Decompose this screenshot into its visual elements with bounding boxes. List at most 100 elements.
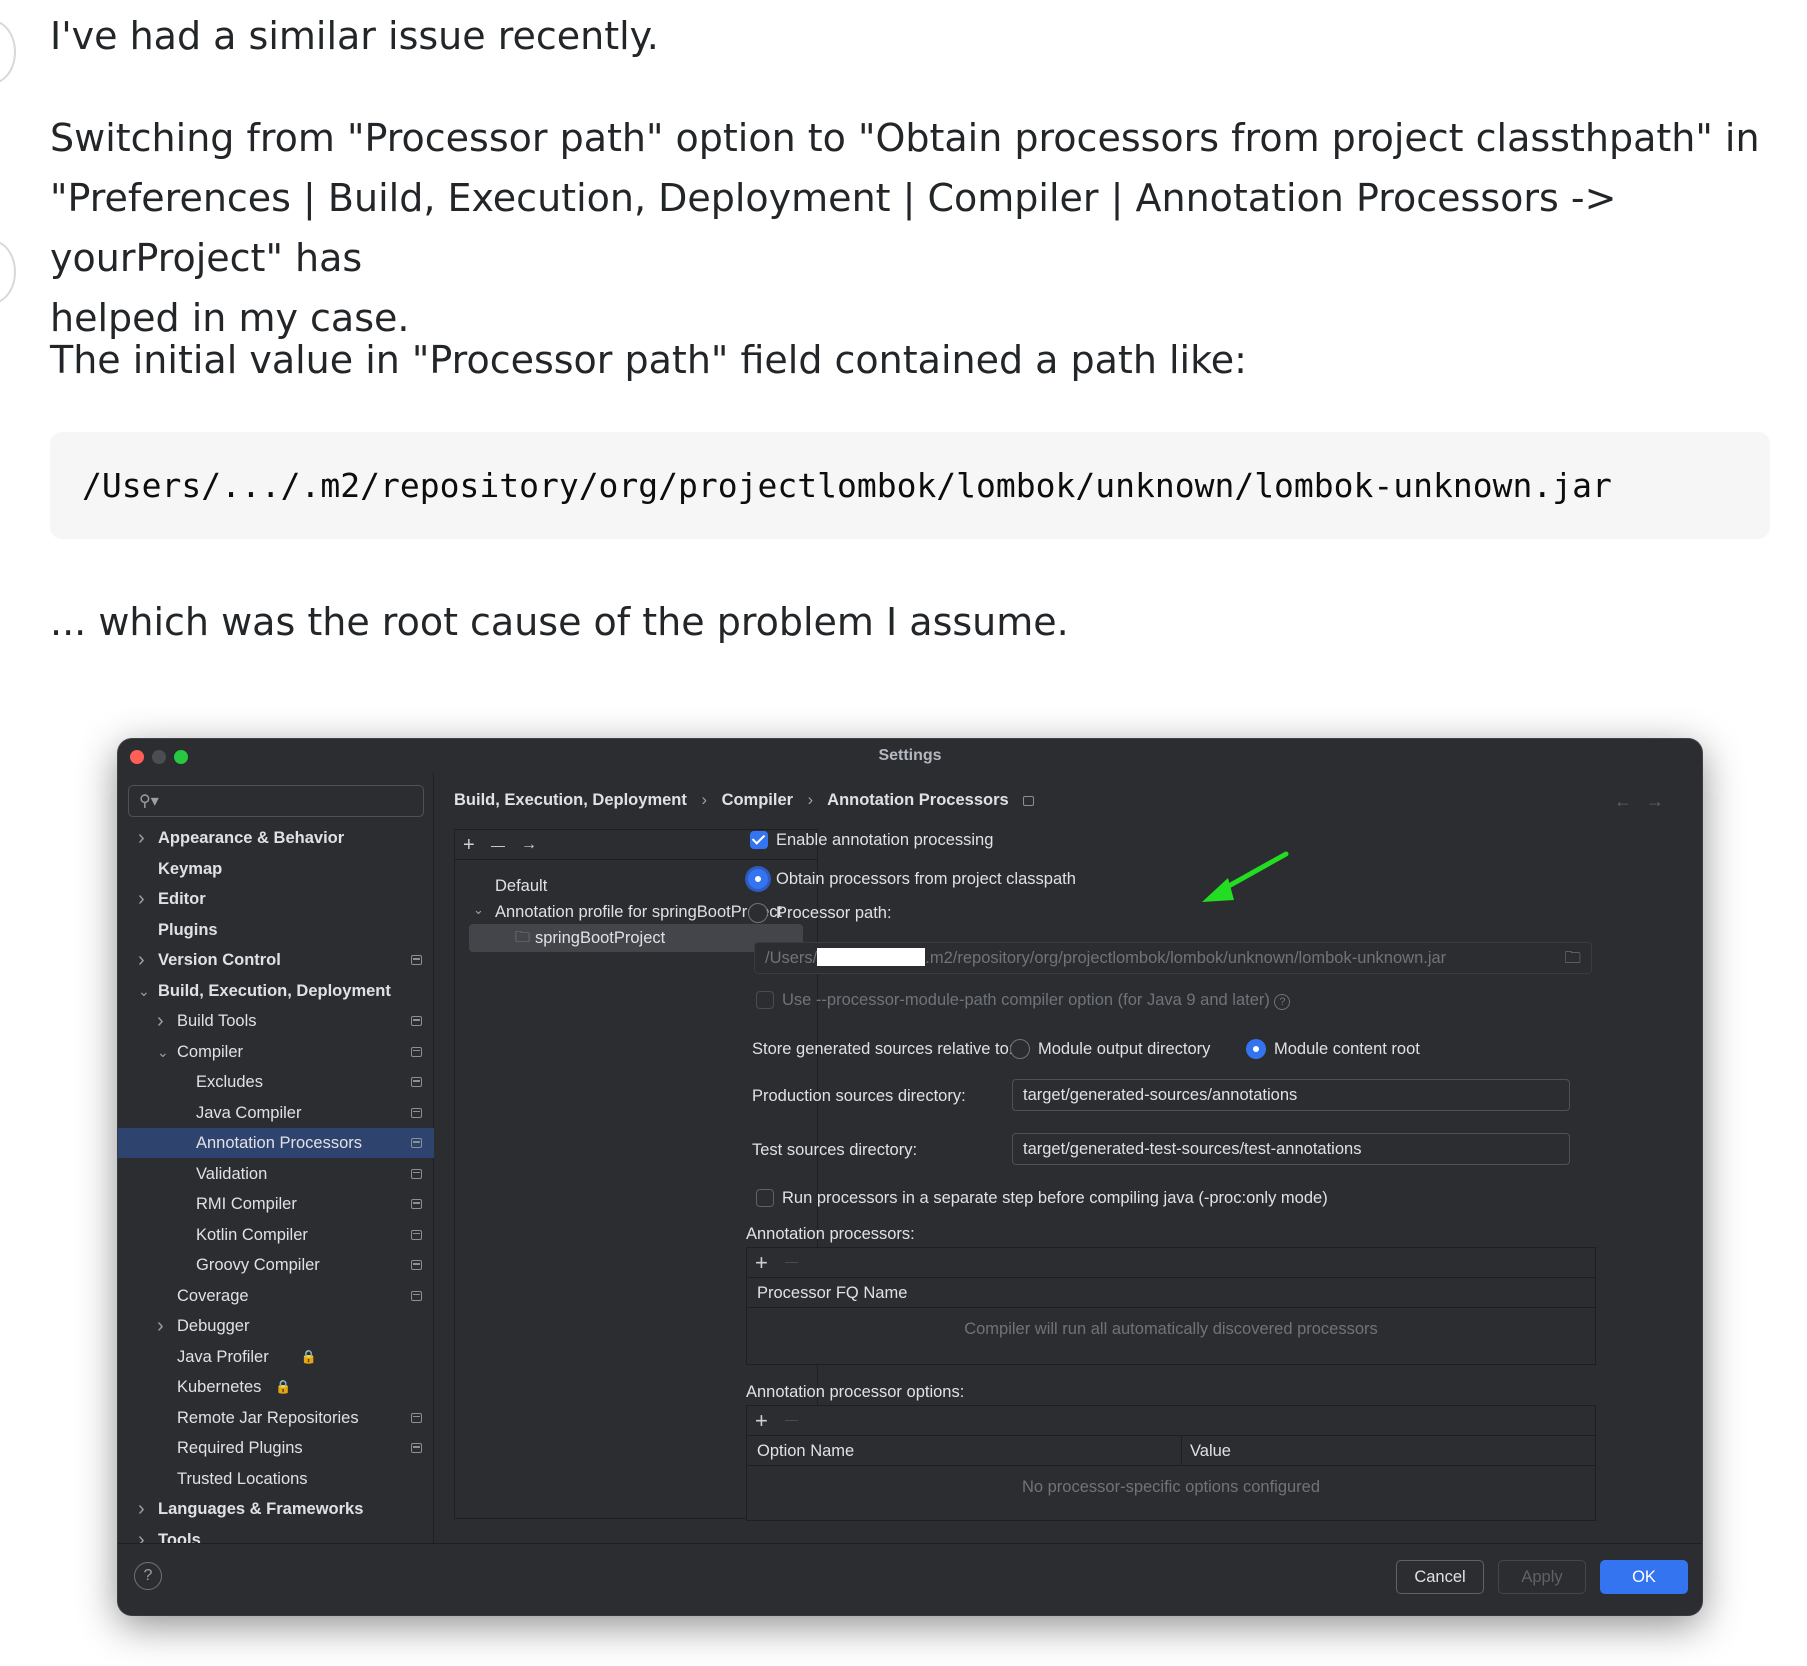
chevron-right-icon[interactable]: › <box>138 1494 145 1524</box>
remove-profile-icon[interactable]: — <box>491 830 505 860</box>
redacted-username <box>817 948 926 967</box>
sidebar-item-java-profiler[interactable]: Java Profiler 🔒 <box>118 1342 434 1372</box>
store-sources-label: Store generated sources relative to: <box>752 1040 1014 1058</box>
module-path-checkbox[interactable] <box>756 991 774 1009</box>
processor-path-field[interactable]: /Users/ .m2/repository/org/projectlombok/… <box>754 942 1592 974</box>
module-output-directory-radio[interactable] <box>1010 1039 1030 1059</box>
sidebar-item-label: Coverage <box>177 1286 249 1305</box>
help-circle-icon[interactable]: ? <box>1274 994 1291 1010</box>
settings-search-input[interactable]: ⚲▾ <box>128 785 424 817</box>
chevron-right-icon[interactable]: › <box>138 884 145 914</box>
sidebar-item-label: Java Profiler <box>177 1347 269 1366</box>
sidebar-item-label: Appearance & Behavior <box>158 829 345 847</box>
sidebar-item-trusted-locations[interactable]: Trusted Locations <box>118 1464 434 1494</box>
sidebar-item-plugins[interactable]: Plugins <box>118 915 434 945</box>
enable-annotation-processing-checkbox[interactable] <box>750 831 768 849</box>
sidebar-item-languages-frameworks[interactable]: › Languages & Frameworks <box>118 1494 434 1524</box>
sidebar-item-build-execution-deployment[interactable]: ⌄ Build, Execution, Deployment <box>118 976 434 1006</box>
sidebar-item-coverage[interactable]: Coverage <box>118 1281 434 1311</box>
breadcrumb-build[interactable]: Build, Execution, Deployment <box>454 791 687 809</box>
sidebar-item-debugger[interactable]: › Debugger <box>118 1311 434 1341</box>
module-path-label: Use --processor-module-path compiler opt… <box>782 989 1291 1011</box>
history-navigation: ←→ <box>1614 791 1678 812</box>
cancel-button[interactable]: Cancel <box>1396 1560 1484 1594</box>
sidebar-item-kubernetes[interactable]: Kubernetes 🔒 <box>118 1372 434 1402</box>
profile-module-label: springBootProject <box>535 929 666 947</box>
sidebar-item-build-tools[interactable]: › Build Tools <box>118 1006 434 1036</box>
forward-arrow-icon[interactable]: → <box>1646 791 1678 811</box>
module-scope-icon <box>411 1290 422 1301</box>
window-title: Settings <box>878 747 942 764</box>
sidebar-item-groovy-compiler[interactable]: Groovy Compiler <box>118 1250 434 1280</box>
sidebar-item-keymap[interactable]: Keymap <box>118 854 434 884</box>
move-to-profile-icon[interactable]: → <box>521 830 537 860</box>
sidebar-item-label: Kotlin Compiler <box>196 1225 308 1244</box>
chevron-down-icon[interactable]: ⌄ <box>138 976 150 1006</box>
profile-springboot[interactable]: Annotation profile for springBootProject <box>495 898 782 926</box>
breadcrumb-separator: › <box>807 791 814 809</box>
lock-icon: 🔒 <box>300 1348 317 1364</box>
sidebar-item-label: Required Plugins <box>177 1439 303 1457</box>
back-arrow-icon[interactable]: ← <box>1614 791 1646 811</box>
processors-toolbar: + — <box>747 1248 1595 1278</box>
sidebar-item-rmi-compiler[interactable]: RMI Compiler <box>118 1189 434 1219</box>
module-scope-icon <box>411 1046 422 1057</box>
sidebar-item-remote-jar-repositories[interactable]: Remote Jar Repositories <box>118 1403 434 1433</box>
sidebar-item-label: Build, Execution, Deployment <box>158 981 391 1000</box>
separate-step-checkbox[interactable] <box>756 1189 774 1207</box>
chevron-right-icon[interactable]: › <box>157 1006 164 1036</box>
chevron-right-icon[interactable]: › <box>138 945 145 975</box>
add-option-icon[interactable]: + <box>755 1408 768 1434</box>
obtain-from-classpath-radio[interactable] <box>748 869 768 889</box>
module-content-root-radio[interactable] <box>1246 1039 1266 1059</box>
option-name-column[interactable]: Option Name <box>757 1436 854 1466</box>
module-scope-icon <box>411 1443 422 1453</box>
remove-processor-icon: — <box>785 1254 798 1269</box>
sidebar-item-label: Annotation Processors <box>196 1134 363 1152</box>
sidebar-item-version-control[interactable]: › Version Control <box>118 945 434 975</box>
chevron-right-icon[interactable]: › <box>157 1311 164 1341</box>
value-column[interactable]: Value <box>1181 1436 1231 1466</box>
sidebar-item-annotation-processors[interactable]: Annotation Processors <box>118 1128 434 1158</box>
apply-button[interactable]: Apply <box>1498 1560 1586 1594</box>
breadcrumb-compiler[interactable]: Compiler <box>722 791 794 809</box>
lock-icon: 🔒 <box>275 1379 292 1394</box>
browse-folder-icon[interactable]: 🗀 <box>1565 943 1582 973</box>
profile-default[interactable]: Default <box>495 872 547 900</box>
module-scope-icon <box>1023 795 1035 806</box>
production-sources-input[interactable]: target/generated-sources/annotations <box>1012 1079 1570 1111</box>
sidebar-item-java-compiler[interactable]: Java Compiler <box>118 1098 434 1128</box>
sidebar-item-label: Version Control <box>158 951 281 969</box>
sidebar-item-kotlin-compiler[interactable]: Kotlin Compiler <box>118 1220 434 1250</box>
processor-path-radio[interactable] <box>748 903 768 923</box>
sidebar-item-required-plugins[interactable]: Required Plugins <box>118 1433 434 1463</box>
annotation-processors-table: + — Processor FQ Name Compiler will run … <box>746 1247 1596 1365</box>
sidebar-item-label: RMI Compiler <box>196 1195 297 1213</box>
settings-sidebar: ⚲▾ › Appearance & Behavior Keymap › Editor Pl… <box>118 773 434 1551</box>
help-icon[interactable]: ? <box>134 1562 162 1590</box>
module-path-label-text: Use --processor-module-path compiler opt… <box>782 991 1270 1009</box>
annotation-processors-title: Annotation processors: <box>746 1225 915 1243</box>
sidebar-item-appearance-behavior[interactable]: › Appearance & Behavior <box>118 823 434 853</box>
chevron-right-icon[interactable]: › <box>138 823 145 853</box>
sidebar-item-compiler[interactable]: ⌄ Compiler <box>118 1037 434 1067</box>
processor-fq-name-column[interactable]: Processor FQ Name <box>757 1278 907 1308</box>
sidebar-item-label: Compiler <box>177 1042 244 1061</box>
dialog-footer: ? Cancel Apply OK <box>118 1543 1702 1615</box>
ok-button[interactable]: OK <box>1600 1560 1688 1594</box>
post-paragraph-1: I've had a similar issue recently. <box>50 14 659 58</box>
options-toolbar: + — <box>747 1406 1595 1436</box>
chevron-down-icon[interactable]: ⌄ <box>473 896 484 924</box>
sidebar-item-label: Kubernetes <box>177 1378 262 1396</box>
sidebar-item-validation[interactable]: Validation <box>118 1159 434 1189</box>
test-sources-input[interactable]: target/generated-test-sources/test-annot… <box>1012 1133 1570 1165</box>
chevron-down-icon[interactable]: ⌄ <box>157 1037 169 1067</box>
sidebar-item-label: Debugger <box>177 1317 250 1335</box>
add-profile-icon[interactable]: + <box>463 830 475 860</box>
sidebar-item-label: Keymap <box>158 859 223 878</box>
sidebar-item-editor[interactable]: › Editor <box>118 884 434 914</box>
sidebar-item-excludes[interactable]: Excludes <box>118 1067 434 1097</box>
add-processor-icon[interactable]: + <box>755 1250 768 1276</box>
processor-options-title: Annotation processor options: <box>746 1383 965 1401</box>
code-block: /Users/.../.m2/repository/org/projectlom… <box>50 432 1770 539</box>
